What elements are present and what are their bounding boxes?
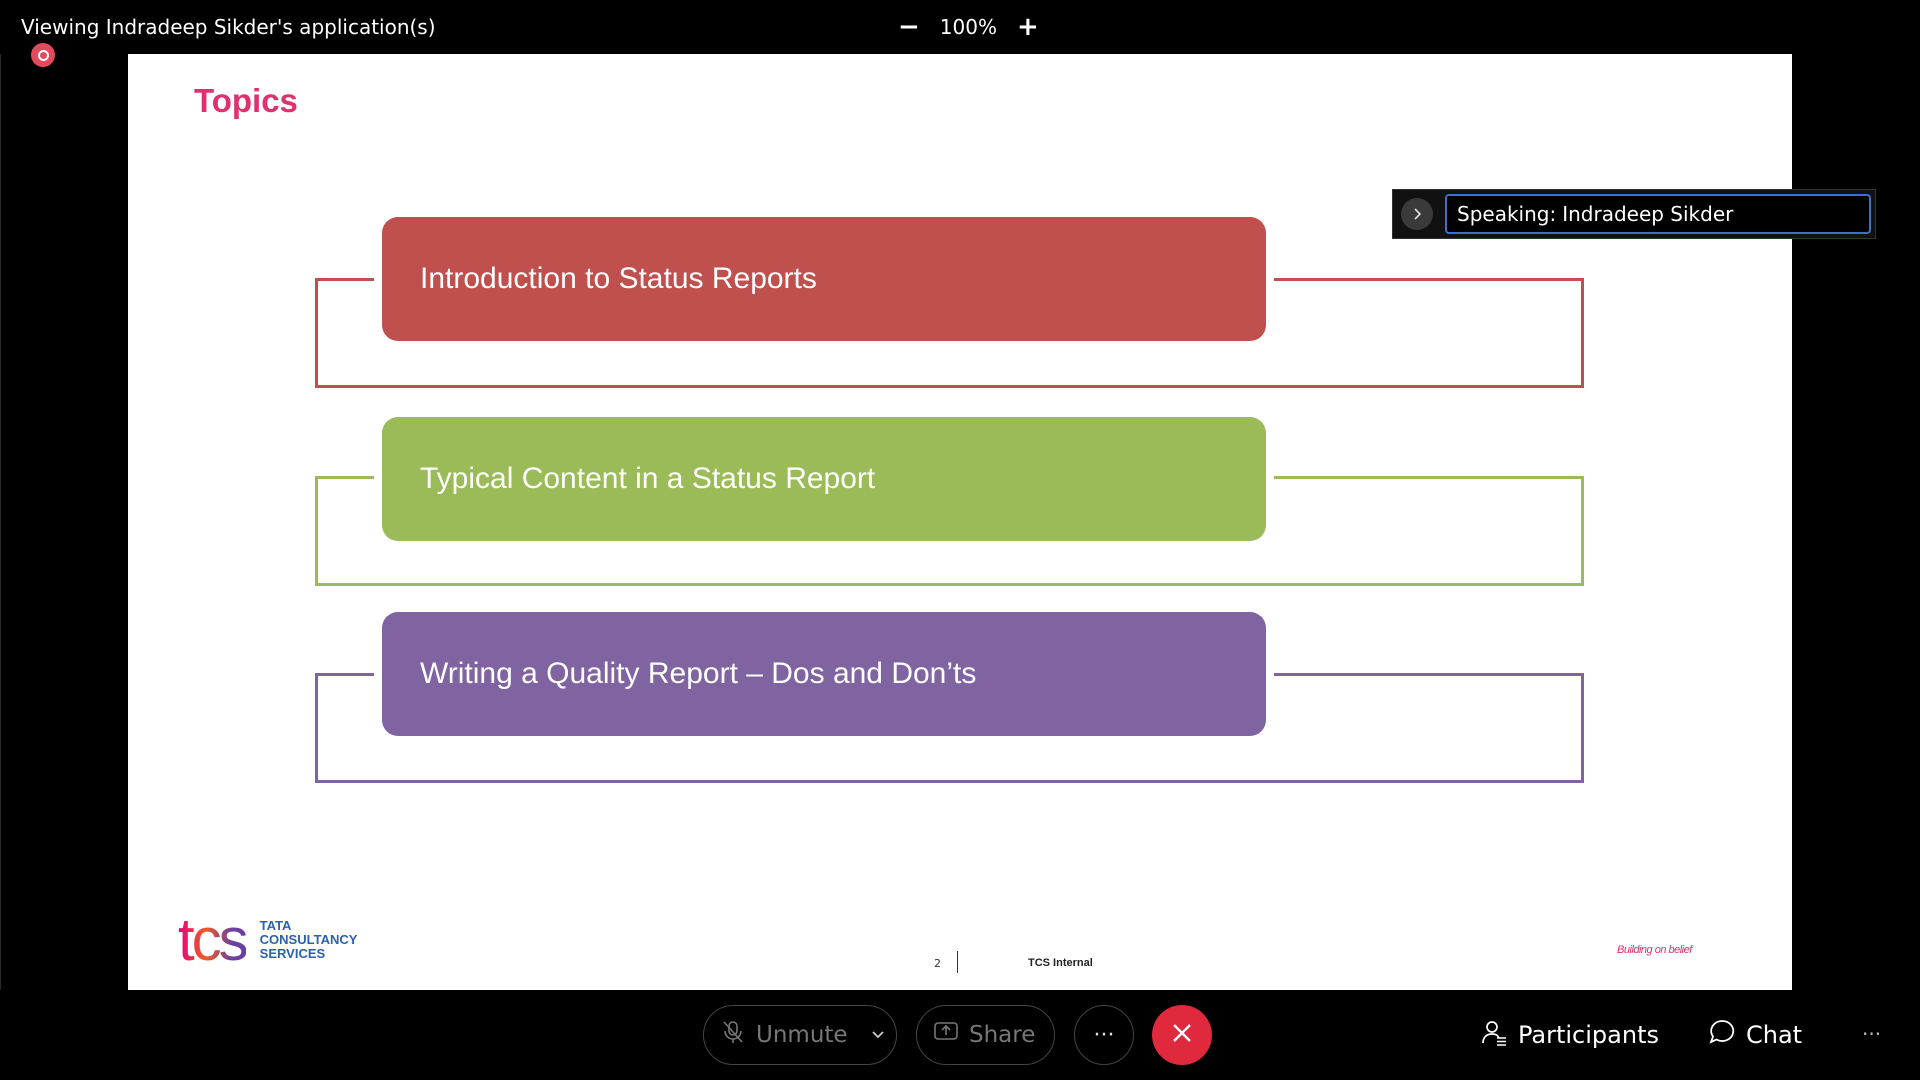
- active-speaker-panel: Speaking: Indradeep Sikder: [1392, 189, 1876, 239]
- tcs-logo-mark: tcs: [178, 906, 249, 973]
- tcs-logo: tcs TATA CONSULTANCY SERVICES: [178, 910, 357, 970]
- chevron-right-icon[interactable]: [1401, 198, 1433, 230]
- unmute-label: Unmute: [756, 1022, 848, 1048]
- zoom-level: 100%: [939, 15, 997, 39]
- more-icon[interactable]: ···: [1862, 1022, 1881, 1046]
- microphone-off-icon: [720, 1019, 746, 1051]
- share-button[interactable]: Share: [916, 1005, 1055, 1065]
- chevron-down-icon[interactable]: [870, 1022, 886, 1048]
- active-speaker-label: Speaking: Indradeep Sikder: [1445, 194, 1871, 234]
- recording-indicator-icon: [31, 43, 55, 67]
- topic-label-1: Introduction to Status Reports: [420, 262, 817, 295]
- more-options-icon: ···: [1093, 1022, 1115, 1048]
- zoom-controls: − 100% +: [898, 10, 1039, 44]
- tcs-logo-text: TATA CONSULTANCY SERVICES: [260, 919, 358, 961]
- sharing-status-title: Viewing Indradeep Sikder's application(s…: [21, 15, 436, 39]
- participants-label: Participants: [1518, 1021, 1659, 1049]
- participants-icon: [1480, 1018, 1508, 1052]
- stage-edge: [0, 54, 1, 990]
- close-icon: [1170, 1018, 1194, 1053]
- share-label: Share: [969, 1022, 1036, 1048]
- brand-tagline: Building on belief: [1617, 944, 1692, 956]
- chat-bubble-icon: [1708, 1018, 1736, 1052]
- topic-item-1: Introduction to Status Reports: [382, 217, 1266, 341]
- slide-title: Topics: [194, 82, 298, 119]
- slide-page-number: 2: [934, 957, 941, 970]
- more-options-button[interactable]: ···: [1074, 1005, 1134, 1065]
- chat-button[interactable]: Chat: [1708, 1018, 1802, 1052]
- share-screen-icon: [933, 1021, 959, 1049]
- logo-line: TATA: [259, 918, 292, 933]
- footer-divider: [957, 951, 958, 973]
- topic-label-3: Writing a Quality Report – Dos and Don’t…: [420, 657, 977, 690]
- speaking-prefix: Speaking:: [1457, 202, 1557, 226]
- participants-button[interactable]: Participants: [1480, 1018, 1659, 1052]
- leave-meeting-button[interactable]: [1152, 1005, 1212, 1065]
- zoom-in-button[interactable]: +: [1017, 14, 1039, 40]
- meeting-top-bar: Viewing Indradeep Sikder's application(s…: [0, 0, 1920, 54]
- unmute-button[interactable]: Unmute: [703, 1005, 897, 1065]
- logo-line: CONSULTANCY: [259, 932, 358, 947]
- logo-line: SERVICES: [259, 946, 326, 961]
- topic-label-2: Typical Content in a Status Report: [420, 462, 876, 495]
- classification-label: TCS Internal: [1028, 957, 1093, 969]
- speaker-name: Indradeep Sikder: [1562, 202, 1734, 226]
- chat-label: Chat: [1746, 1021, 1803, 1049]
- topic-item-3: Writing a Quality Report – Dos and Don’t…: [382, 612, 1266, 736]
- zoom-out-button[interactable]: −: [898, 14, 920, 40]
- topic-item-2: Typical Content in a Status Report: [382, 417, 1266, 541]
